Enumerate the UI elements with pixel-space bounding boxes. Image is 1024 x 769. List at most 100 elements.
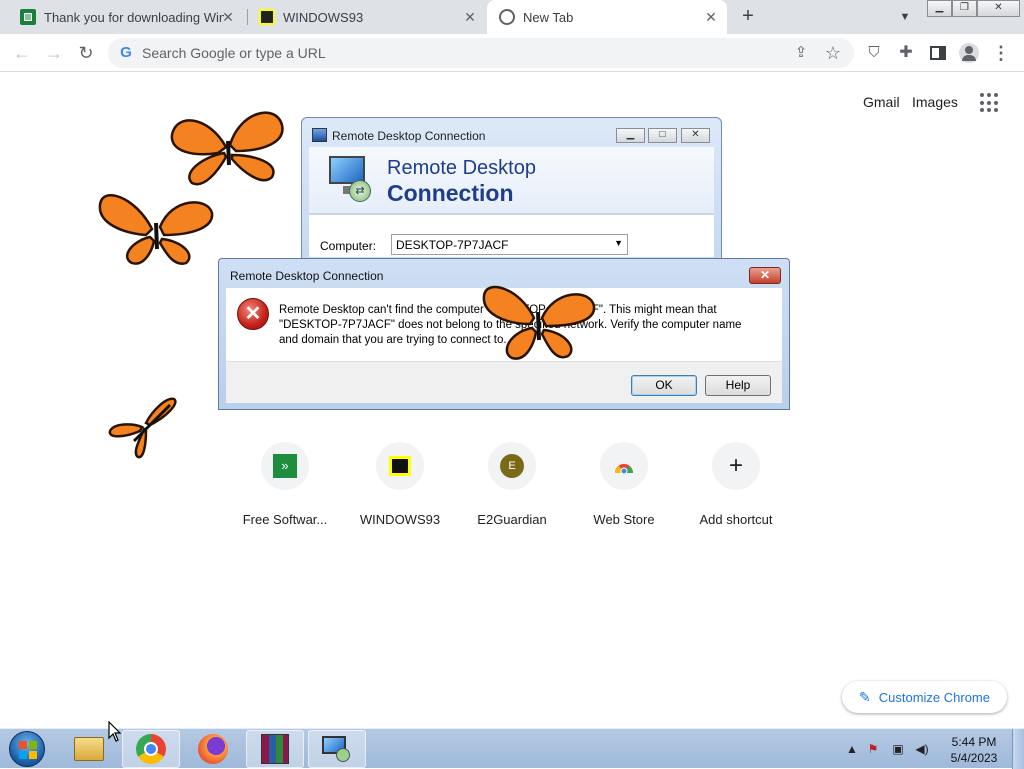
tab-strip: Thank you for downloading WinF ✕ WINDOWS… bbox=[0, 0, 1024, 34]
computer-value: DESKTOP-7P7JACF bbox=[396, 238, 509, 252]
rdp-heading-line1: Remote Desktop bbox=[387, 157, 536, 179]
butterfly-icon bbox=[108, 397, 177, 459]
gmail-link[interactable]: Gmail bbox=[863, 94, 900, 110]
volume-icon[interactable]: ◀) bbox=[915, 742, 929, 756]
shortcut-label: WINDOWS93 bbox=[359, 512, 441, 527]
tab-title: New Tab bbox=[523, 9, 574, 25]
shortcut-label: Web Store bbox=[593, 512, 655, 527]
shortcut-free-software[interactable]: » Free Softwar... bbox=[229, 442, 341, 527]
show-desktop-button[interactable] bbox=[1012, 729, 1024, 769]
plus-icon: + bbox=[712, 442, 760, 490]
rdp-window-icon bbox=[312, 128, 327, 142]
firefox-icon bbox=[198, 734, 228, 764]
google-g-icon: G bbox=[120, 44, 132, 61]
tab-title: WINDOWS93 bbox=[283, 9, 364, 25]
windows93-icon bbox=[259, 9, 275, 25]
shortcut-label: E2Guardian bbox=[477, 512, 547, 527]
omnibox-placeholder: Search Google or type a URL bbox=[142, 45, 326, 61]
network-icon[interactable]: ▣ bbox=[891, 742, 905, 756]
computer-label: Computer: bbox=[320, 239, 377, 253]
remote-desktop-icon bbox=[322, 736, 352, 762]
ok-button[interactable]: OK bbox=[631, 375, 697, 396]
bookmark-star-icon[interactable]: ☆ bbox=[822, 42, 844, 64]
reload-icon[interactable]: ↻ bbox=[75, 42, 97, 64]
error-dialog-title: Remote Desktop Connection bbox=[230, 269, 384, 283]
taskbar-firefox[interactable] bbox=[184, 730, 242, 768]
omnibox[interactable]: G Search Google or type a URL ⇪ ☆ bbox=[108, 38, 854, 68]
letter-avatar: E bbox=[488, 442, 536, 490]
google-apps-grid-icon[interactable] bbox=[980, 93, 1000, 113]
tab-new-tab[interactable]: New Tab ✕ bbox=[487, 0, 727, 34]
help-button[interactable]: Help bbox=[705, 375, 771, 396]
tab-title: Thank you for downloading WinF bbox=[44, 9, 224, 25]
images-link[interactable]: Images bbox=[912, 94, 958, 110]
rdp-window-body: ⇄ Remote Desktop Connection Computer: DE… bbox=[309, 147, 714, 257]
restore-button[interactable]: ❐ bbox=[952, 0, 977, 17]
close-window-button[interactable]: ✕ bbox=[977, 0, 1020, 17]
minimize-button[interactable]: ▁ bbox=[927, 0, 952, 17]
close-tab-icon[interactable]: ✕ bbox=[220, 9, 236, 25]
shortcut-label: Free Softwar... bbox=[242, 512, 328, 527]
profile-avatar-icon[interactable] bbox=[958, 42, 980, 64]
rdp-maximize-button[interactable]: □ bbox=[648, 128, 677, 143]
winrar-icon bbox=[261, 734, 289, 764]
browser-toolbar: ← → ↻ G Search Google or type a URL ⇪ ☆ … bbox=[0, 34, 1024, 72]
windows93-icon bbox=[376, 442, 424, 490]
shield-extension-icon[interactable]: ⛉ bbox=[863, 42, 885, 64]
taskbar: ▲ ⚑ ▣ ◀) 5:44 PM 5/4/2023 bbox=[0, 728, 1024, 769]
pencil-icon: ✎ bbox=[859, 688, 871, 705]
tab-search-chevron-icon[interactable]: ▼ bbox=[896, 9, 914, 25]
chrome-icon bbox=[136, 734, 166, 764]
tab-windows93[interactable]: WINDOWS93 ✕ bbox=[248, 0, 486, 34]
butterfly-icon bbox=[482, 285, 596, 360]
taskbar-remote-desktop[interactable] bbox=[308, 730, 366, 768]
share-icon[interactable]: ⇪ bbox=[790, 42, 812, 64]
shortcut-add[interactable]: + Add shortcut bbox=[680, 442, 792, 527]
rdp-window-title: Remote Desktop Connection bbox=[332, 129, 486, 143]
remote-desktop-monitor-icon: ⇄ bbox=[329, 156, 373, 204]
taskbar-winrar[interactable] bbox=[246, 730, 304, 768]
forward-arrow-icon[interactable]: → bbox=[43, 42, 65, 64]
file-explorer-icon bbox=[74, 737, 104, 761]
taskbar-chrome[interactable] bbox=[122, 730, 180, 768]
shortcut-web-store[interactable]: Web Store bbox=[568, 442, 680, 527]
close-tab-icon[interactable]: ✕ bbox=[703, 9, 719, 25]
error-x-icon: ✕ bbox=[237, 298, 269, 330]
tray-expand-arrow-icon[interactable]: ▲ bbox=[845, 742, 859, 756]
computer-combobox[interactable]: DESKTOP-7P7JACF ▼ bbox=[391, 234, 628, 255]
green-download-icon: » bbox=[261, 442, 309, 490]
customize-label: Customize Chrome bbox=[878, 689, 990, 705]
puzzle-extensions-icon[interactable]: ✚ bbox=[895, 42, 917, 64]
back-arrow-icon[interactable]: ← bbox=[11, 42, 33, 64]
shortcut-e2guardian[interactable]: E E2Guardian bbox=[456, 442, 568, 527]
chrome-icon bbox=[499, 9, 515, 25]
rdp-heading-line2: Connection bbox=[387, 180, 514, 206]
taskbar-clock[interactable]: 5:44 PM 5/4/2023 bbox=[944, 734, 1004, 766]
butterfly-icon bbox=[98, 194, 214, 265]
rdp-close-button[interactable]: ✕ bbox=[681, 128, 710, 143]
mouse-cursor-icon bbox=[108, 721, 122, 742]
error-dialog-footer: OK Help bbox=[226, 361, 782, 403]
windows-flag-icon bbox=[19, 741, 37, 759]
error-dialog-close-button[interactable]: ✕ bbox=[749, 267, 781, 284]
close-tab-icon[interactable]: ✕ bbox=[462, 9, 478, 25]
butterfly-icon bbox=[170, 111, 284, 186]
dropdown-arrow-icon[interactable]: ▼ bbox=[614, 238, 623, 248]
letter-avatar-text: E bbox=[500, 454, 524, 478]
rdp-minimize-button[interactable]: ▁ bbox=[616, 128, 645, 143]
chrome-webstore-icon bbox=[600, 442, 648, 490]
action-center-flag-icon[interactable]: ⚑ bbox=[866, 742, 880, 756]
menu-kebab-icon[interactable]: ⋮ bbox=[990, 42, 1012, 64]
tab-download[interactable]: Thank you for downloading WinF ✕ bbox=[8, 0, 244, 34]
start-button[interactable] bbox=[9, 731, 45, 767]
side-panel-icon[interactable] bbox=[927, 42, 949, 64]
clock-time: 5:44 PM bbox=[951, 735, 997, 749]
shortcut-label: Add shortcut bbox=[699, 512, 773, 527]
rdp-banner: ⇄ Remote Desktop Connection bbox=[309, 147, 714, 215]
shortcut-windows93[interactable]: WINDOWS93 bbox=[344, 442, 456, 527]
customize-chrome-button[interactable]: ✎ Customize Chrome bbox=[842, 681, 1007, 713]
new-tab-plus-icon[interactable]: + bbox=[737, 6, 759, 28]
sheets-icon bbox=[20, 9, 36, 25]
remote-desktop-window: Remote Desktop Connection ▁ □ ✕ ⇄ Remote… bbox=[301, 117, 722, 267]
clock-date: 5/4/2023 bbox=[950, 751, 998, 765]
